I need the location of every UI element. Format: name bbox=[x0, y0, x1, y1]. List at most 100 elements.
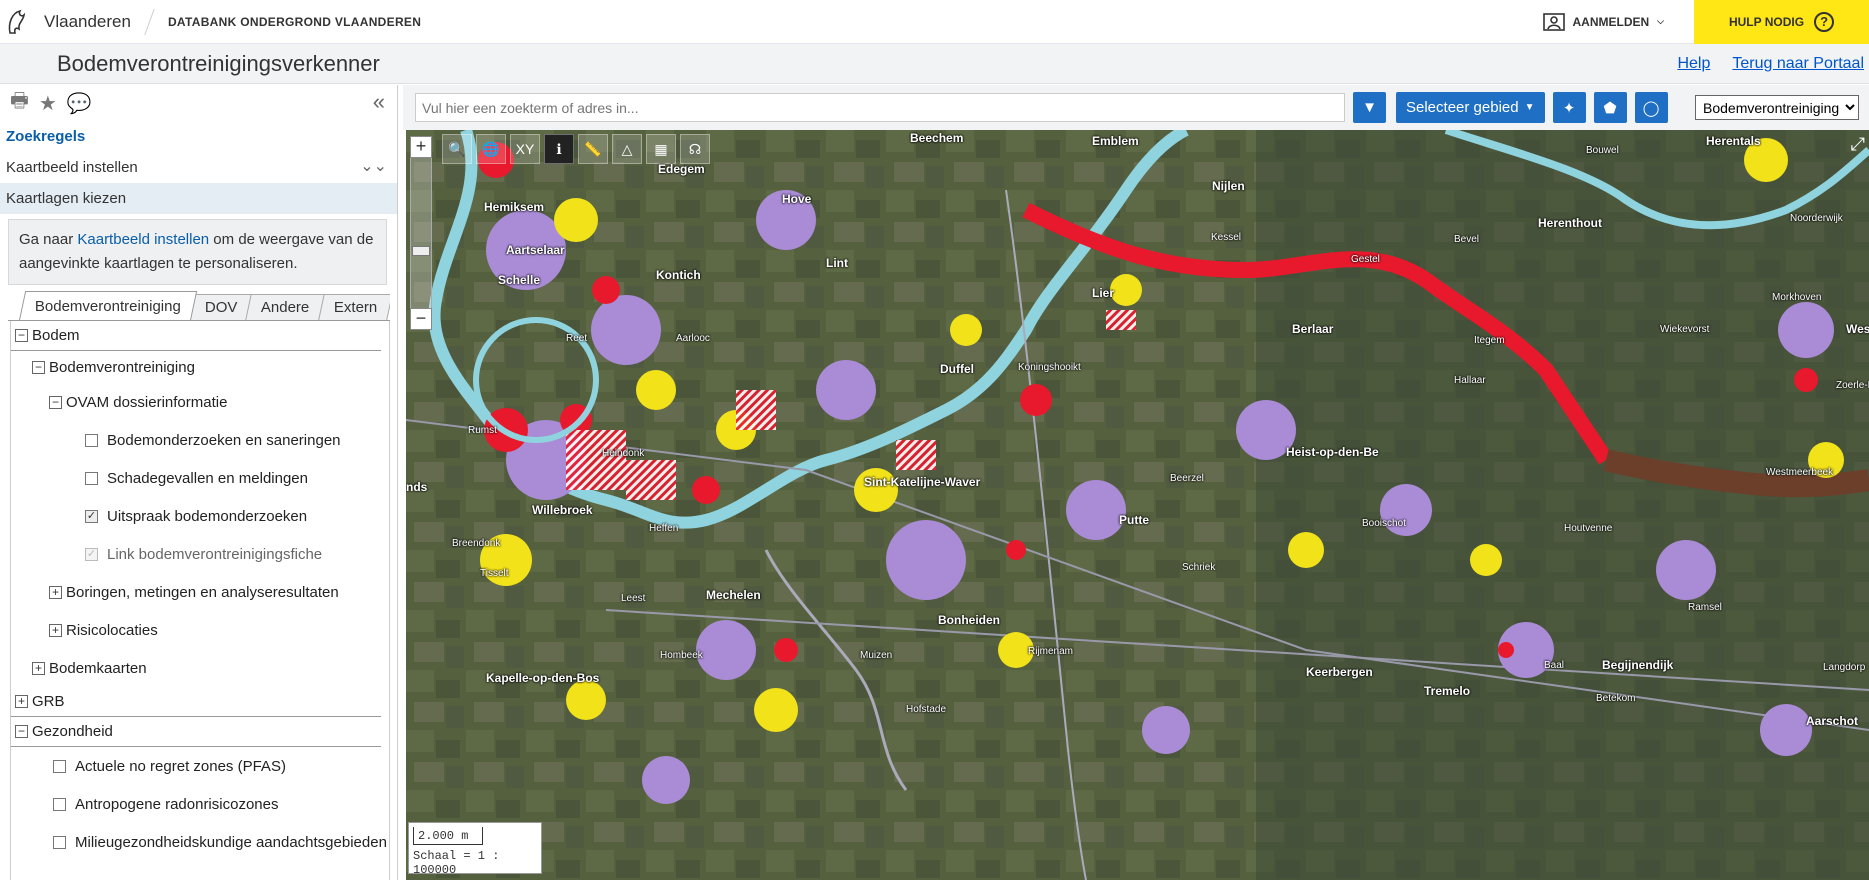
place-label: Mechelen bbox=[706, 588, 761, 602]
help-link[interactable]: Help bbox=[1677, 55, 1710, 73]
minus-icon[interactable]: − bbox=[15, 329, 28, 342]
filter-icon: ▼ bbox=[1362, 99, 1377, 116]
place-label: Heffen bbox=[649, 523, 679, 534]
tree-node-grb[interactable]: + GRB bbox=[11, 687, 381, 717]
checkbox-checked[interactable]: ✓ bbox=[85, 509, 98, 523]
tree-label: Risicolocaties bbox=[66, 621, 158, 639]
map-canvas[interactable]: + − 🔍 🌐 XY ℹ 📏 △ ▦ ☊ ⤢ Hemiksem Aartsela… bbox=[406, 130, 1869, 880]
zoom-out-button[interactable]: − bbox=[410, 308, 432, 330]
tree-node-risico[interactable]: + Risicolocaties bbox=[11, 611, 389, 649]
comment-icon[interactable]: 💬 bbox=[67, 91, 92, 116]
tab-dov[interactable]: DOV bbox=[189, 294, 254, 320]
layer-select[interactable]: Bodemverontreiniging bbox=[1695, 95, 1859, 120]
place-label: Aarschot bbox=[1806, 714, 1859, 728]
kaartbeeld-label: Kaartbeeld instellen bbox=[6, 159, 138, 176]
checkbox[interactable] bbox=[53, 797, 66, 811]
minus-icon[interactable]: − bbox=[15, 725, 28, 738]
tree-node-ovam[interactable]: − OVAM dossierinformatie bbox=[11, 383, 389, 421]
checkbox[interactable] bbox=[53, 759, 66, 773]
zoekregels-header[interactable]: Zoekregels bbox=[0, 121, 397, 152]
back-to-portal-link[interactable]: Terug naar Portaal bbox=[1732, 55, 1864, 73]
layer-link-fiche[interactable]: ✓ Link bodemverontreinigingsfiche bbox=[11, 535, 389, 573]
zoom-box-icon[interactable]: 🔍 bbox=[442, 134, 472, 164]
drill-icon[interactable]: △ bbox=[612, 134, 642, 164]
place-label: Wes bbox=[1846, 322, 1869, 336]
tree-label: Bodem bbox=[32, 327, 80, 344]
scale-box: 2.000 m Schaal = 1 : 100000 bbox=[408, 822, 542, 877]
plus-icon[interactable]: + bbox=[15, 695, 28, 708]
tab-extern[interactable]: Extern bbox=[318, 294, 390, 320]
checkbox[interactable] bbox=[53, 835, 66, 849]
kaartlagen-header[interactable]: Kaartlagen kiezen bbox=[0, 183, 397, 214]
minus-icon[interactable]: − bbox=[32, 360, 45, 374]
tree-label: OVAM dossierinformatie bbox=[66, 393, 228, 411]
zoom-control: + − bbox=[410, 136, 432, 330]
flemish-lion-logo-icon[interactable] bbox=[0, 0, 34, 44]
pin-tool-icon[interactable]: ☊ bbox=[680, 134, 710, 164]
ruler-icon[interactable]: 📏 bbox=[578, 134, 608, 164]
point-select-icon: ✦ bbox=[1562, 99, 1576, 117]
portal-name[interactable]: DATABANK ONDERGROND VLAANDEREN bbox=[168, 15, 421, 29]
help-label: HULP NODIG bbox=[1728, 14, 1805, 29]
place-label: Bouwel bbox=[1586, 145, 1619, 156]
layer-uitspraak[interactable]: ✓ Uitspraak bodemonderzoeken bbox=[11, 497, 389, 535]
plus-icon[interactable]: + bbox=[49, 623, 62, 637]
layer-label: Bodemonderzoeken en saneringen bbox=[107, 431, 341, 449]
tree-node-bodem[interactable]: − Bodem bbox=[11, 321, 381, 351]
search-input[interactable] bbox=[415, 93, 1345, 122]
help-button[interactable]: HULP NODIG ? bbox=[1694, 0, 1869, 44]
tab-label: Andere bbox=[261, 299, 310, 316]
tree-node-gezondheid[interactable]: − Gezondheid bbox=[11, 717, 381, 747]
minus-icon[interactable]: − bbox=[49, 395, 62, 409]
layer-label: Link bodemverontreinigingsfiche bbox=[107, 545, 323, 563]
double-chevron-down-icon[interactable]: ⌄⌄ bbox=[360, 156, 387, 176]
select-polygon-button[interactable]: ⬟ bbox=[1593, 92, 1627, 123]
filter-button[interactable]: ▼ bbox=[1353, 92, 1386, 123]
place-label: Beechem bbox=[910, 131, 964, 145]
tree-node-bodemkaarten[interactable]: + Bodemkaarten bbox=[11, 649, 389, 687]
place-label: Heindonk bbox=[602, 448, 645, 459]
zoom-slider[interactable] bbox=[410, 158, 432, 308]
layer-label: Schadegevallen en meldingen bbox=[107, 469, 308, 487]
tree-node-boringen[interactable]: + Boringen, metingen en analyseresultaten bbox=[11, 573, 389, 611]
kaartbeeld-link[interactable]: Kaartbeeld instellen bbox=[77, 231, 209, 248]
print-icon[interactable]: 🖶 bbox=[10, 86, 29, 120]
info-icon[interactable]: ℹ bbox=[544, 134, 574, 164]
layer-bodemonderzoeken[interactable]: Bodemonderzoeken en saneringen bbox=[11, 421, 389, 459]
layer-pfas[interactable]: Actuele no regret zones (PFAS) bbox=[11, 747, 389, 785]
star-icon[interactable]: ★ bbox=[39, 91, 57, 116]
collapse-panel-icon[interactable]: « bbox=[373, 89, 385, 115]
xy-label: XY bbox=[515, 141, 535, 157]
place-label: Hofstade bbox=[906, 704, 947, 715]
profile-icon[interactable]: ▦ bbox=[646, 134, 676, 164]
tab-andere[interactable]: Andere bbox=[245, 294, 326, 320]
plus-icon[interactable]: + bbox=[32, 661, 45, 675]
plus-icon[interactable]: + bbox=[49, 585, 62, 599]
zoom-slider-thumb[interactable] bbox=[412, 246, 430, 256]
tab-bodemverontreiniging[interactable]: Bodemverontreiniging bbox=[18, 291, 198, 320]
tab-label: Bodemverontreiniging bbox=[34, 298, 181, 315]
kaartlagen-label: Kaartlagen kiezen bbox=[6, 190, 127, 207]
place-label: Westmeerbeek bbox=[1766, 467, 1834, 478]
login-button[interactable]: AANMELDEN ⌵ bbox=[1542, 12, 1664, 32]
fullscreen-icon[interactable]: ⤢ bbox=[1851, 134, 1865, 155]
layer-schadegevallen[interactable]: Schadegevallen en meldingen bbox=[11, 459, 389, 497]
layer-radon[interactable]: Antropogene radonrisicozones bbox=[11, 785, 389, 823]
place-label: Reet bbox=[566, 333, 588, 344]
select-area-button[interactable]: Selecteer gebied ▼ bbox=[1396, 92, 1545, 123]
select-circle-button[interactable]: ◯ bbox=[1634, 92, 1668, 123]
select-point-button[interactable]: ✦ bbox=[1552, 92, 1586, 123]
zoom-in-button[interactable]: + bbox=[410, 136, 432, 158]
left-panel: 🖶 ★ 💬 « Zoekregels Kaartbeeld instellen … bbox=[0, 85, 398, 880]
brand-vlaanderen[interactable]: Vlaanderen bbox=[44, 12, 131, 32]
tree-node-bodemverontreiniging[interactable]: − Bodemverontreiniging bbox=[11, 351, 389, 383]
kaartbeeld-header[interactable]: Kaartbeeld instellen ⌄⌄ bbox=[0, 152, 397, 183]
layer-milieugezondheid[interactable]: Milieugezondheidskundige aandachtsgebied… bbox=[11, 823, 389, 861]
globe-icon[interactable]: 🌐 bbox=[476, 134, 506, 164]
place-label: Berlaar bbox=[1292, 322, 1334, 336]
info-prefix: Ga naar bbox=[19, 231, 78, 248]
checkbox[interactable] bbox=[85, 433, 98, 447]
checkbox[interactable] bbox=[85, 471, 98, 485]
place-label: Schriek bbox=[1182, 562, 1216, 573]
xy-coordinate-button[interactable]: XY bbox=[510, 134, 540, 164]
